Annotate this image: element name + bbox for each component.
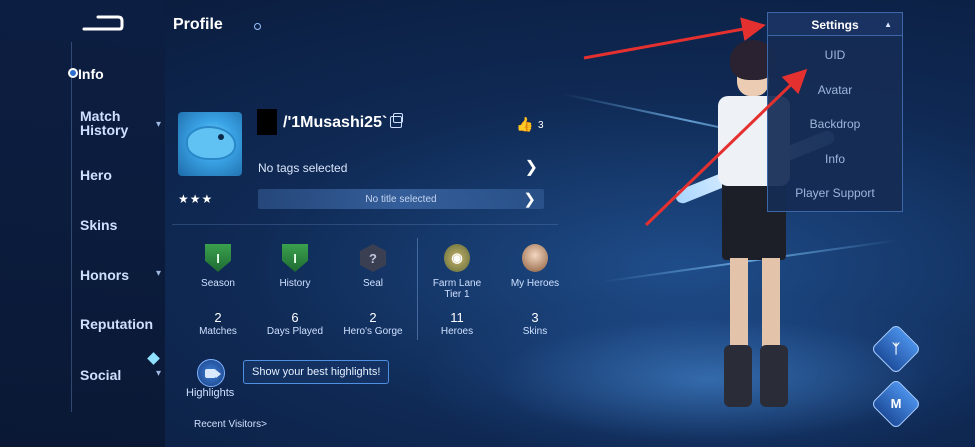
stat-label: Season — [201, 278, 235, 289]
thumbs-up-icon[interactable]: 👍 — [516, 116, 533, 133]
star-rating: ★★★ — [178, 192, 214, 206]
title-ring-icon — [254, 23, 261, 30]
page-title: Profile — [173, 16, 223, 33]
sidebar-item-honors[interactable]: Honors — [80, 268, 129, 282]
menu-item-info[interactable]: Info — [768, 152, 902, 166]
emblem-icon: M — [890, 396, 902, 411]
green-shield-icon: I — [282, 244, 308, 272]
caret-up-icon: ▲ — [884, 20, 892, 29]
stat-season[interactable]: I Season 2 Matches — [178, 244, 258, 344]
like-count: 3 — [538, 120, 544, 131]
green-shield-icon: I — [205, 244, 231, 272]
chevron-right-icon: ❯ — [523, 191, 536, 208]
tags-label: No tags selected — [258, 161, 348, 175]
sidebar-item-match-history[interactable]: Match History — [80, 109, 128, 137]
stat-sub: Matches — [199, 326, 237, 337]
tags-selector[interactable]: No tags selected ❯ — [258, 155, 544, 181]
sidebar: Info Match History ▾ Hero Skins Honors ▾… — [0, 0, 165, 447]
stat-sub: Hero's Gorge — [343, 326, 403, 337]
hero-body — [762, 258, 780, 353]
hero-body — [724, 345, 752, 407]
figure-icon: ᛉ — [892, 341, 900, 356]
stat-value: 11 — [450, 310, 464, 325]
menu-item-player-support[interactable]: Player Support — [768, 186, 902, 200]
title-label: No title selected — [365, 194, 437, 205]
title-selector[interactable]: No title selected ❯ — [258, 189, 544, 209]
hexagon-question-icon: ? — [360, 244, 386, 272]
video-camera-icon[interactable] — [197, 359, 225, 387]
stat-value: 6 — [291, 310, 299, 325]
back-arrow-icon[interactable] — [82, 14, 124, 32]
stat-sub: Heroes — [440, 326, 474, 337]
settings-dropdown[interactable]: Settings ▲ — [767, 12, 903, 36]
settings-menu: UID Avatar Backdrop Info Player Support — [767, 36, 903, 212]
avatar-art — [218, 134, 224, 140]
stat-label: My Heroes — [510, 278, 560, 289]
sidebar-item-social[interactable]: Social — [80, 368, 121, 382]
sidebar-item-hero[interactable]: Hero — [80, 168, 112, 182]
sidebar-item-reputation[interactable]: Reputation — [80, 317, 153, 331]
settings-label: Settings — [811, 18, 859, 32]
highlights-tooltip: Show your best highlights! — [243, 360, 390, 384]
stat-value: 3 — [531, 310, 539, 325]
stat-value: 2 — [214, 310, 222, 325]
copy-icon[interactable] — [390, 113, 403, 128]
stat-sub: Skins — [522, 326, 548, 337]
recent-visitors-link[interactable]: Recent Visitors> — [194, 419, 267, 430]
sidebar-item-info[interactable]: Info — [78, 67, 104, 81]
stat-value: 2 — [369, 310, 377, 325]
chevron-down-icon[interactable]: ▾ — [156, 119, 161, 130]
menu-item-backdrop[interactable]: Backdrop — [768, 117, 902, 131]
divider — [172, 224, 558, 225]
stat-label: Seal — [362, 278, 383, 289]
sidebar-item-skins[interactable]: Skins — [80, 218, 117, 232]
hero-portrait-icon — [522, 244, 548, 272]
stat-label: History — [279, 278, 311, 289]
menu-item-avatar[interactable]: Avatar — [768, 83, 902, 97]
hero-body — [760, 345, 788, 407]
stat-my-heroes[interactable]: My Heroes 3 Skins — [495, 244, 575, 344]
redacted-block — [257, 109, 277, 135]
stat-history[interactable]: I History 6 Days Played — [255, 244, 335, 344]
chevron-down-icon[interactable]: ▾ — [156, 368, 161, 379]
stat-farm-lane[interactable]: ◉ Farm Lane Tier 1 11 Heroes — [417, 244, 497, 344]
sidebar-rail — [71, 42, 72, 412]
avatar-art — [186, 126, 236, 160]
stat-sub: Days Played — [266, 326, 324, 337]
player-name: /'1Musashi25` — [283, 114, 388, 131]
chevron-down-icon[interactable]: ▾ — [156, 268, 161, 279]
menu-item-uid[interactable]: UID — [768, 48, 902, 62]
highlights-label[interactable]: Highlights — [186, 387, 234, 399]
chevron-right-icon: ❯ — [524, 159, 538, 176]
hero-body — [730, 258, 748, 353]
stat-label: Farm Lane Tier 1 — [432, 278, 482, 300]
lane-emblem-icon: ◉ — [444, 244, 470, 272]
active-indicator — [68, 68, 78, 78]
player-avatar[interactable] — [178, 112, 242, 176]
stat-seal[interactable]: ? Seal 2 Hero's Gorge — [333, 244, 413, 344]
